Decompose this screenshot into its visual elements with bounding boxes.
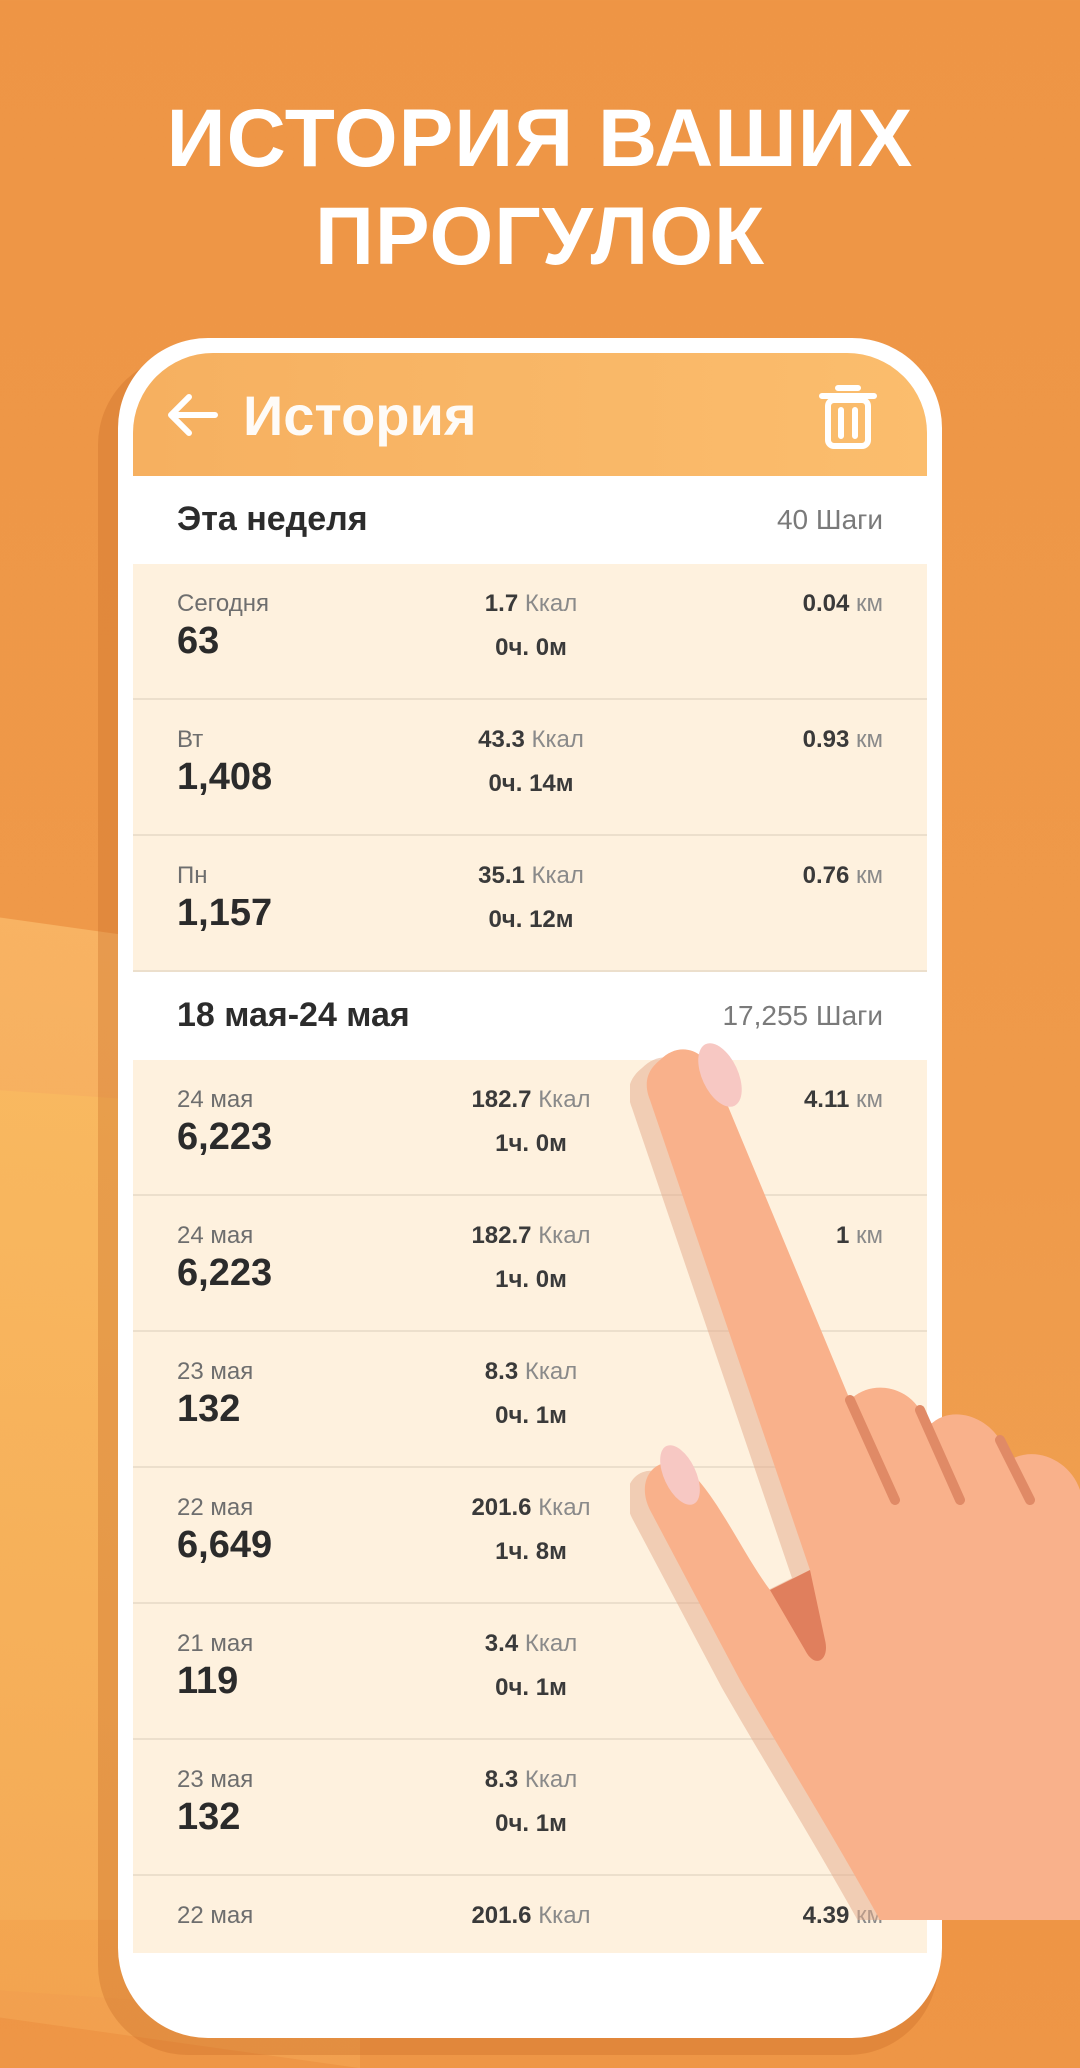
distance-unit: км	[856, 590, 883, 617]
row-steps: 1,157	[177, 892, 273, 934]
calories-unit: Ккал	[524, 1766, 578, 1793]
row-date: Сегодня	[177, 590, 269, 617]
row-steps: 132	[177, 1388, 241, 1430]
pointing-hand-illustration	[630, 1043, 1080, 1920]
calories-unit: Ккал	[531, 862, 584, 889]
history-row[interactable]: Вт 1,408 43.3 Ккал 0ч. 14м 0.93 км	[133, 700, 927, 836]
row-calories: 43.3 Ккал	[383, 726, 679, 754]
headline-line-2: ПРОГУЛОК	[314, 191, 766, 282]
calories-value: 201.6	[471, 1494, 532, 1521]
calories-unit: Ккал	[538, 1902, 591, 1929]
calories-unit: Ккал	[538, 1222, 591, 1249]
row-steps: 6,223	[177, 1252, 273, 1294]
row-calories: 1.7 Ккал	[383, 590, 679, 618]
distance-value: 0.04	[802, 590, 850, 617]
row-date: Пн	[177, 862, 208, 889]
headline-line-1: ИСТОРИЯ ВАШИХ	[166, 93, 914, 184]
row-calories: 35.1 Ккал	[383, 862, 679, 890]
row-distance: 0.04 км	[803, 590, 883, 618]
section-step-total: 40 Шаги	[776, 504, 883, 535]
trash-icon[interactable]	[816, 380, 880, 452]
row-date: 23 мая	[177, 1766, 254, 1793]
row-duration: 0ч. 12м	[488, 906, 574, 933]
row-steps: 6,649	[177, 1524, 273, 1566]
row-date: 22 мая	[177, 1902, 254, 1929]
row-date: 24 мая	[177, 1222, 254, 1249]
app-bar: История	[133, 353, 927, 476]
calories-value: 201.6	[471, 1902, 532, 1929]
row-date: 24 мая	[177, 1086, 254, 1113]
row-duration: 0ч. 0м	[495, 634, 567, 661]
row-steps: 6,223	[177, 1116, 273, 1158]
arrow-left-icon[interactable]	[163, 385, 223, 445]
row-date: 22 мая	[177, 1494, 254, 1521]
calories-value: 182.7	[471, 1222, 532, 1249]
calories-unit: Ккал	[524, 1358, 578, 1385]
row-steps: 119	[177, 1660, 239, 1702]
history-row[interactable]: Сегодня 63 1.7 Ккал 0ч. 0м 0.04 км	[133, 564, 927, 700]
row-date: 21 мая	[177, 1630, 254, 1657]
section-header: Эта неделя 40 Шаги	[133, 476, 927, 564]
row-steps: 63	[177, 620, 220, 662]
calories-value: 8.3	[484, 1358, 519, 1385]
calories-unit: Ккал	[538, 1086, 591, 1113]
row-steps: 132	[177, 1796, 241, 1838]
section-step-total: 17,255 Шаги	[722, 1000, 883, 1031]
page-title: История	[243, 384, 477, 447]
promo-headline: ИСТОРИЯ ВАШИХ ПРОГУЛОК	[0, 90, 1080, 286]
row-duration: 0ч. 14м	[488, 770, 574, 797]
distance-unit: км	[856, 862, 883, 889]
history-row[interactable]: Пн 1,157 35.1 Ккал 0ч. 12м 0.76 км	[133, 836, 927, 972]
distance-unit: км	[856, 726, 883, 753]
row-date: 23 мая	[177, 1358, 254, 1385]
calories-unit: Ккал	[538, 1494, 591, 1521]
calories-unit: Ккал	[531, 726, 584, 753]
section-title: Эта неделя	[177, 500, 368, 538]
calories-value: 3.4	[484, 1630, 519, 1657]
distance-value: 0.93	[802, 726, 850, 753]
distance-value: 0.76	[802, 862, 850, 889]
calories-unit: Ккал	[524, 590, 578, 617]
row-date: Вт	[177, 726, 204, 753]
row-distance: 0.76 км	[803, 862, 883, 890]
calories-value: 35.1	[478, 862, 525, 889]
calories-value: 182.7	[471, 1086, 532, 1113]
calories-unit: Ккал	[524, 1630, 578, 1657]
section-title: 18 мая-24 мая	[177, 996, 410, 1034]
row-steps: 1,408	[177, 756, 273, 798]
calories-value: 1.7	[484, 590, 519, 617]
row-distance: 0.93 км	[803, 726, 883, 754]
calories-value: 8.3	[484, 1766, 519, 1793]
calories-value: 43.3	[478, 726, 525, 753]
